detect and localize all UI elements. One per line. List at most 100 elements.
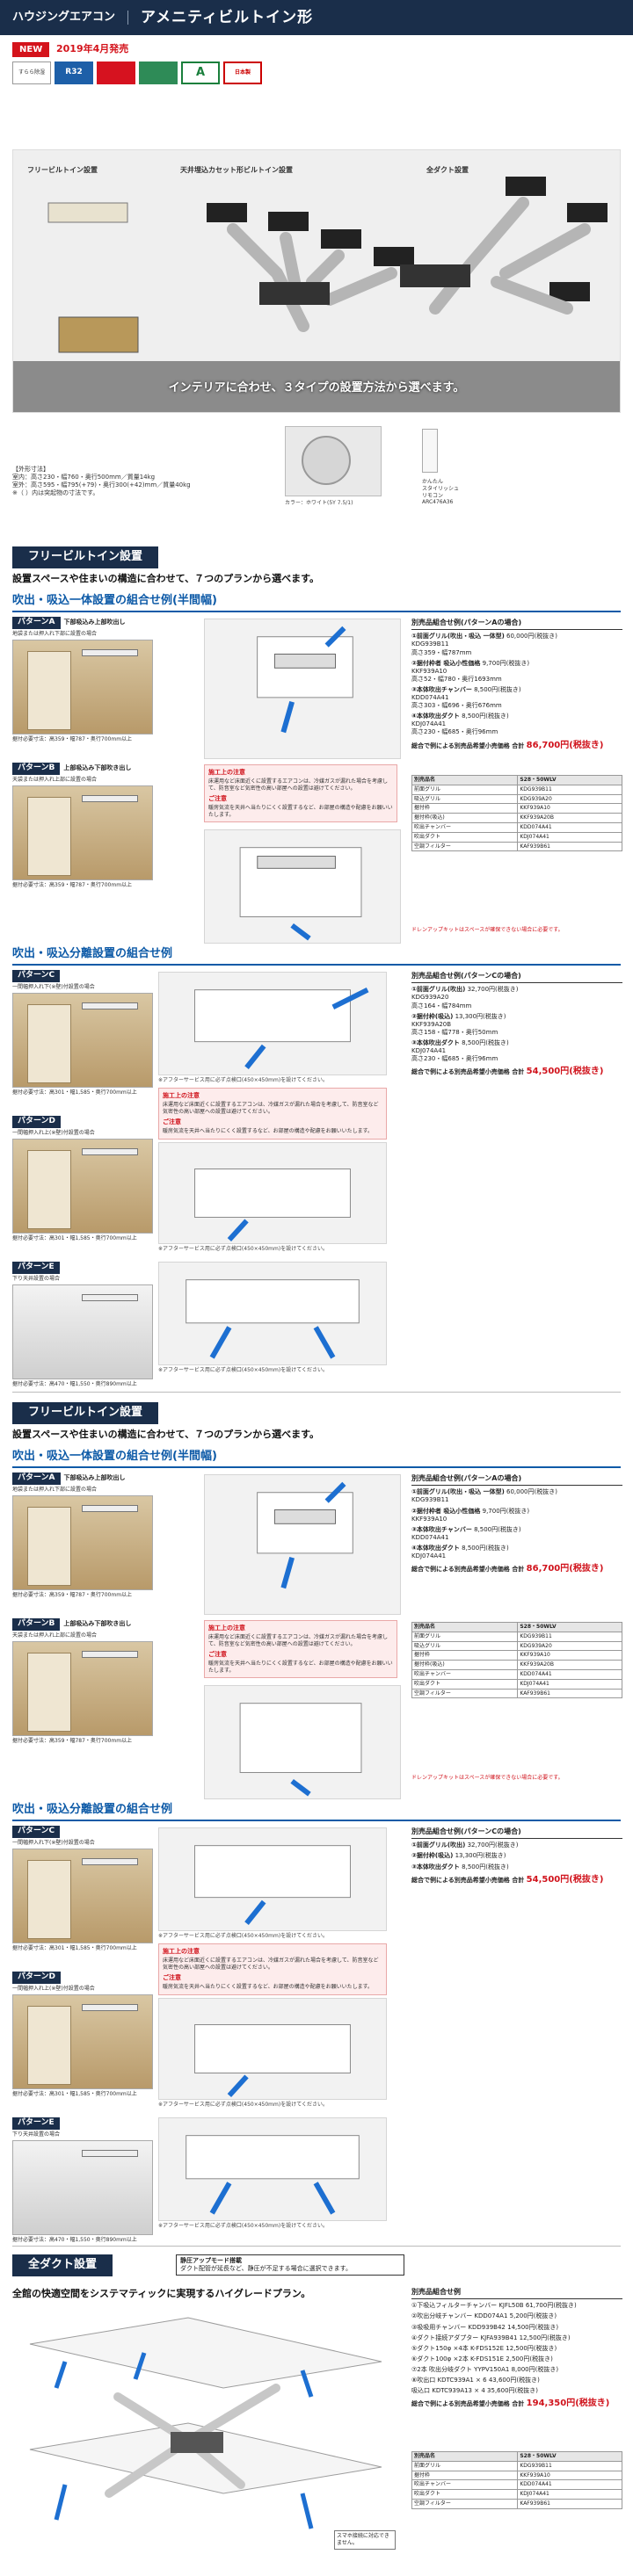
pattern-desc: 下部吸込み上部吹出し	[63, 619, 126, 626]
combo-item: ③本体吹出チャンバー 8,500円(税抜き) KDD074A41 高さ303・幅69…	[411, 686, 622, 710]
pattern-tag: パターンC	[12, 970, 61, 982]
combo-item-model: KDG939B11	[411, 640, 449, 648]
pattern-tag: パターンB	[12, 763, 61, 775]
group-head-1a: 吹出・吸込一体設置の組合せ例(半間幅)	[12, 594, 621, 612]
table-header: S28・50WLV	[517, 1622, 622, 1632]
room-photo	[12, 1994, 153, 2090]
feature-badge-green	[139, 62, 178, 84]
hero-label-duct: 全ダクト設置	[426, 166, 469, 174]
remote-line-3: リモコン	[422, 492, 444, 499]
combo-item-name: ②据付枠(吸込)	[411, 1012, 454, 1020]
pattern-b-2: パターンB 上部吸込み下部吹き出し 天袋または押入れ上部に設置の場合 据付必要寸法…	[12, 1618, 153, 1745]
diagram-svg	[29, 2317, 382, 2529]
pattern-foot: 据付必要寸法：高301・幅1,585・奥行700mm以上	[12, 1089, 137, 1096]
caution-box-1: 施工上の注意 床運用など床面近くに設置するエアコンは、冷媒ガスが漏れた場合を考慮…	[204, 764, 397, 823]
table-row: 据付枠 KKF939A10	[411, 803, 622, 814]
pattern-sub: 一間幅押入れ上(※壁)付設置の場合	[12, 1985, 95, 1992]
table-row: 据付枠(吸込) KKF939A20B	[411, 813, 622, 823]
combo-item-price: 8,500円(税抜き)	[462, 713, 509, 720]
combo-c-1: 別売品組合せ例(パターンCの場合) ①前面グリル(吹出) 32,700円(税抜き…	[411, 972, 622, 1077]
combo-total: 総合で例による別売品希望小売価格 合計 86,700円(税抜き)	[411, 1563, 622, 1574]
diagram-svg	[194, 988, 369, 1069]
group-head-1b: 吹出・吸込分離設置の組合せ例	[12, 947, 621, 966]
caution-box-3: 施工上の注意 床運用など床面近くに設置するエアコンは、冷媒ガスが漏れた場合を考慮…	[204, 1620, 397, 1679]
page-title: アメニティビルトイン形	[141, 8, 314, 26]
total-label: 総合で例による別売品希望小売価格 合計	[411, 1566, 525, 1574]
combo-item-price: 8,500円(税抜き)	[462, 1863, 509, 1870]
hero-illustration	[13, 150, 620, 412]
feature-badges: すらら除湿 R32 A 日本製	[12, 62, 262, 84]
remote-line-2: スタイリッシュ	[422, 485, 460, 492]
combo-item-name: ①前面グリル(吹出・吸込 一体型)	[411, 1488, 505, 1496]
caution-text: 床運用など床面近くに設置するエアコンは、冷媒ガスが漏れた場合を考慮して、防音室な…	[163, 1102, 379, 1115]
combo-item: ④ダクト接続アダプター KJFA939B41 12,500円(税抜き)	[411, 2334, 622, 2342]
combo-item: ②据付枠者 吸込小性価格 9,700円(税抜き) KKF939A10 高さ52・幅7…	[411, 660, 622, 684]
combo-item: ⑥ダクト100φ ×2本 K-FDS151E 2,500円(税抜き)	[411, 2355, 622, 2363]
pattern-foot: 据付必要寸法：高359・幅787・奥行700mm以上	[12, 1592, 133, 1599]
install-diagram-c2	[158, 1827, 387, 1931]
combo-item-price: 8,500円(税抜き)	[474, 685, 521, 693]
combo-item-price: 8,500円(税抜き)	[474, 1525, 521, 1533]
r32-badge: R32	[55, 62, 93, 84]
caution-box-2: 施工上の注意 床運用など床面近くに設置するエアコンは、冷媒ガスが漏れた場合を考慮…	[158, 1088, 387, 1140]
table-row: 据付枠 KKF939A10	[411, 2470, 622, 2481]
pattern-sub: 地袋または押入れ下部に設置の場合	[12, 1486, 98, 1493]
combo-title: 別売品組合せ例	[411, 2288, 622, 2300]
pattern-e-1: パターンE 下り天井設置の場合 据付必要寸法：高470・幅1,550・奥行890…	[12, 1262, 153, 1388]
combo-item-model: KDD074A41	[411, 694, 449, 702]
combo-item-model: KDG939B11	[411, 1496, 449, 1504]
table-row: 吹出チャンバー KDD074A41	[411, 1668, 622, 1680]
total-price: 194,350円(税抜き)	[526, 2399, 610, 2409]
diagram-svg	[186, 2135, 360, 2215]
combo-item-size: 高さ359・幅787mm	[411, 648, 472, 656]
combo-item-price: 32,700円(税抜き)	[467, 1842, 519, 1849]
combo-item-price: 32,700円(税抜き)	[467, 986, 519, 994]
combo-item-price: 13,300円(税抜き)	[455, 1852, 506, 1860]
combo-title: 別売品組合せ例(パターンCの場合)	[411, 972, 622, 984]
combo-item-name: ⑥ダクト100φ ×2本 K-FDS151E	[411, 2355, 505, 2363]
pattern-desc: 下部吸込み上部吹出し	[63, 1474, 126, 1481]
table-row: 空調フィルター KAF939B61	[411, 2498, 622, 2509]
combo-item-name: ①前面グリル(吹出・吸込 一体型)	[411, 633, 505, 640]
combo-item: ④本体吹出ダクト 8,500円(税抜き) KDJ074A41 高さ230・幅685・…	[411, 713, 622, 736]
combo-item-price: 8,500円(税抜き)	[462, 1038, 509, 1046]
caution-title: 施工上の注意	[163, 1092, 200, 1099]
pattern-tag: パターンC	[12, 1826, 61, 1838]
new-badge: NEW	[12, 42, 50, 57]
pattern-tag: パターンB	[12, 1618, 61, 1631]
service-note-5: ※アフターサービス用に必ず点検口(450×450mm)を設けてください。	[158, 2102, 329, 2108]
section-intro-2: 設置スペースや住まいの構造に合わせて、７つのプランから選べます。	[12, 1429, 320, 1440]
combo-item-price: 60,000円(税抜き)	[506, 1488, 557, 1496]
diagram-svg	[186, 1279, 360, 1359]
service-note-2: ※アフターサービス用に必ず点検口(450×450mm)を設けてください。	[158, 1246, 329, 1252]
combo-item-name: ②据付枠(吸込)	[411, 1852, 454, 1860]
combo-item: ⑤ダクト150φ ×4本 K-FDS152E 12,500円(税抜き)	[411, 2345, 622, 2353]
total-price: 86,700円(税抜き)	[526, 740, 604, 750]
duct-diagram	[12, 2309, 399, 2564]
pattern-d-1: パターンD 一間幅押入れ上(※壁)付設置の場合 据付必要寸法：高301・幅1,5…	[12, 1116, 153, 1242]
combo-item-price: 5,200円(税抜き)	[509, 2312, 557, 2320]
feature-badge-red	[97, 62, 135, 84]
combo-item-model: KDD074A41	[411, 1533, 449, 1541]
request-title: ご注意	[163, 1973, 181, 1981]
combo-item: ③本体吹出ダクト 8,500円(税抜き) KDJ074A41 高さ230・幅685・…	[411, 1039, 622, 1063]
dimensions-block: 【外形寸法】 室内：高さ230・幅760・奥行500mm／質量14kg 室外：高…	[12, 466, 232, 497]
combo-item: ⑦2本 吹出分岐ダクト YYPV150A1 8,000円(税抜き)	[411, 2366, 622, 2374]
table-header: 別売品名	[411, 775, 519, 785]
hero-image: フリービルトイン設置 天井埋込カセット形ビルトイン設置 全ダクト設置 インテリア…	[12, 149, 621, 413]
combo-ab-1: 別売品組合せ例(パターンAの場合) ①前面グリル(吹出・吸込 一体型) 60,0…	[411, 619, 622, 751]
table-row: 据付枠(吸込) KKF939A20B	[411, 1660, 622, 1670]
hero-label-flush: フリービルトイン設置	[27, 166, 98, 174]
remote-line-4: ARC476A36	[422, 499, 454, 506]
request-title: ご注意	[163, 1118, 181, 1125]
combo-item-price: 12,500円(税抜き)	[519, 2334, 571, 2341]
request-text: 暖房気流を天井へ当たりにくく設置するなど、お部屋の構造や配慮をお願いいたします。	[208, 1660, 393, 1674]
pattern-foot: 据付必要寸法：高301・幅1,585・奥行700mm以上	[12, 2091, 137, 2098]
combo-item: ③本体吹出ダクト 8,500円(税抜き)	[411, 1863, 622, 1871]
combo-item-price: 35,600円(税抜き)	[487, 2387, 538, 2395]
release-date: 2019年4月発売	[56, 43, 129, 54]
caution-title: 施工上の注意	[208, 769, 245, 776]
pattern-a-2: パターンA 下部吸込み上部吹出し 地袋または押入れ下部に設置の場合 据付必要寸法：…	[12, 1473, 153, 1599]
room-photo	[12, 785, 153, 881]
combo-item: ①前面グリル(吹出・吸込 一体型) 60,000円(税抜き) KDG939B11 高…	[411, 633, 622, 656]
